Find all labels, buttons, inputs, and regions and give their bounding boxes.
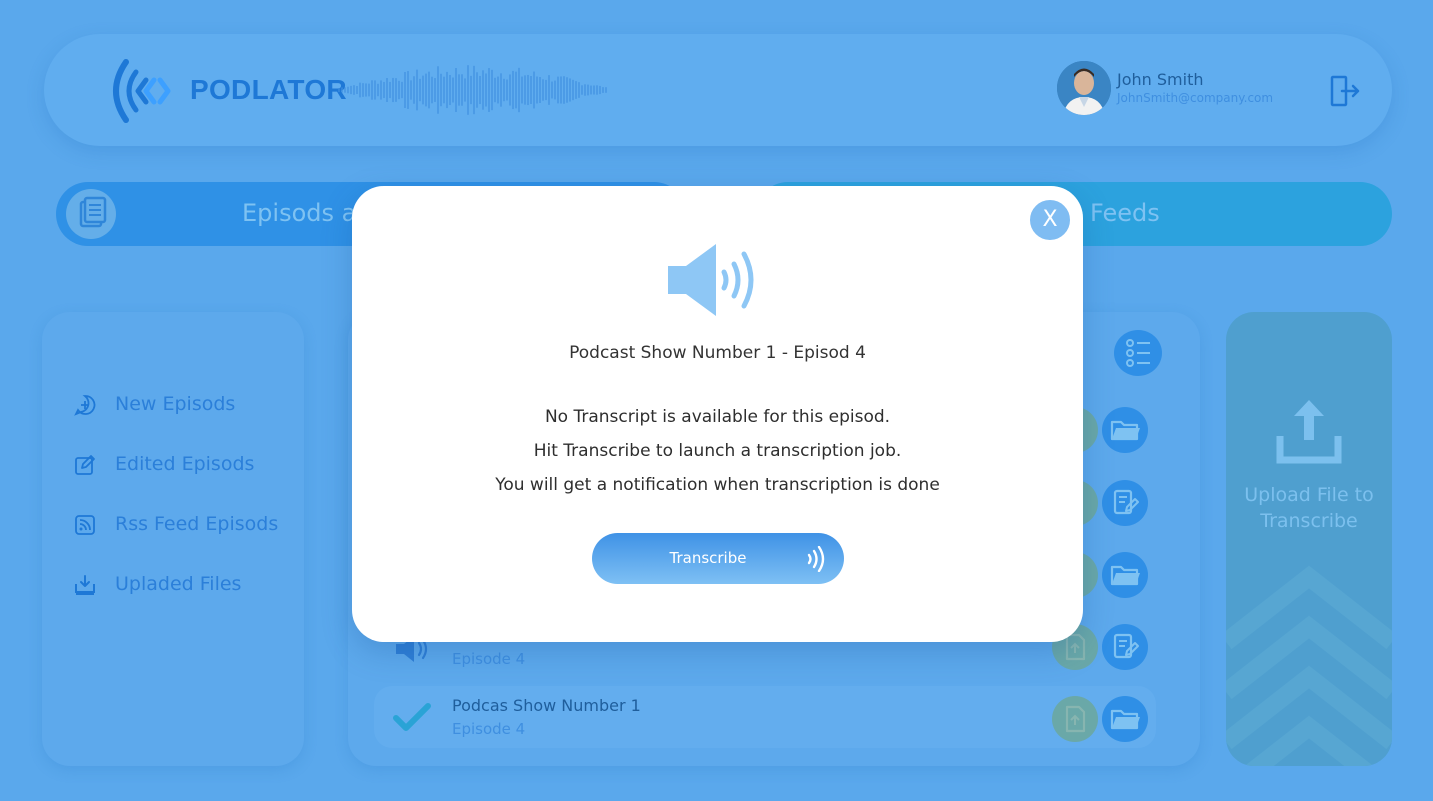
brand-name: PODLATOR (190, 74, 347, 105)
list-view-button[interactable] (1114, 330, 1162, 376)
transcribe-button-label: Transcribe (669, 549, 747, 567)
sidebar-item-label: Upladed Files (115, 573, 242, 595)
folder-button[interactable] (1102, 552, 1148, 598)
checkmark-icon (393, 703, 431, 731)
sidebar: New Episods Edited Episods Rss Feed Epis… (42, 312, 304, 766)
app-header: PODLATOR John Smith JohnSmith@company.co… (44, 34, 1392, 146)
logout-icon[interactable] (1328, 74, 1362, 108)
folder-button[interactable] (1102, 696, 1148, 742)
user-photo-icon (1057, 61, 1111, 115)
rss-icon (75, 515, 95, 535)
folder-icon (1110, 709, 1140, 730)
list-icon (1126, 339, 1150, 367)
transcript-button[interactable] (1102, 480, 1148, 526)
transcript-edit-icon (1113, 489, 1139, 515)
transcript-edit-icon (1113, 633, 1139, 659)
document-button[interactable] (1052, 696, 1098, 742)
chevron-pattern-icon (1226, 565, 1392, 766)
episode-number: Episode 4 (452, 720, 526, 738)
folder-button[interactable] (1102, 407, 1148, 453)
modal-message-line: You will get a notification when transcr… (495, 475, 940, 495)
list-item[interactable]: Podcas Show Number 1 Episode 4 (374, 686, 1156, 748)
upload-panel[interactable]: Upload File to Transcribe (1226, 312, 1392, 766)
modal-message-line: Hit Transcribe to launch a transcription… (533, 441, 902, 461)
sidebar-item-label: Edited Episods (115, 453, 255, 475)
avatar[interactable] (1057, 61, 1111, 115)
folder-icon (1110, 565, 1140, 586)
download-icon (75, 575, 95, 595)
speaker-icon (668, 244, 754, 316)
episode-number: Episode 4 (452, 650, 526, 668)
folder-icon (1110, 420, 1140, 441)
sidebar-item-label: New Episods (115, 393, 236, 415)
document-upload-icon (1065, 705, 1086, 733)
tab-episodes-label: Episods a (242, 199, 357, 227)
close-button[interactable]: X (1028, 198, 1072, 242)
sound-waves-icon (807, 546, 825, 572)
document-icon (66, 189, 116, 239)
upload-icon (1276, 400, 1342, 464)
transcript-button[interactable] (1102, 624, 1148, 670)
edit-icon (75, 455, 95, 475)
podlator-logo-icon (113, 59, 171, 123)
modal-message-line: No Transcript is available for this epis… (544, 407, 891, 427)
tab-feeds-label: Feeds (1090, 199, 1160, 227)
transcribe-modal: X Podcast Show Number 1 - Episod 4 No Tr… (352, 186, 1083, 642)
user-email: JohnSmith@company.com (1117, 91, 1274, 105)
user-name: John Smith (1117, 70, 1204, 89)
modal-title: Podcast Show Number 1 - Episod 4 (569, 343, 866, 363)
waveform-icon (338, 65, 607, 115)
sidebar-item-label: Rss Feed Episods (115, 513, 279, 535)
transcribe-button[interactable]: Transcribe (592, 533, 844, 584)
chat-plus-icon (74, 395, 96, 416)
upload-label: Upload File to Transcribe (1244, 484, 1374, 532)
episode-title: Podcas Show Number 1 (452, 696, 641, 715)
